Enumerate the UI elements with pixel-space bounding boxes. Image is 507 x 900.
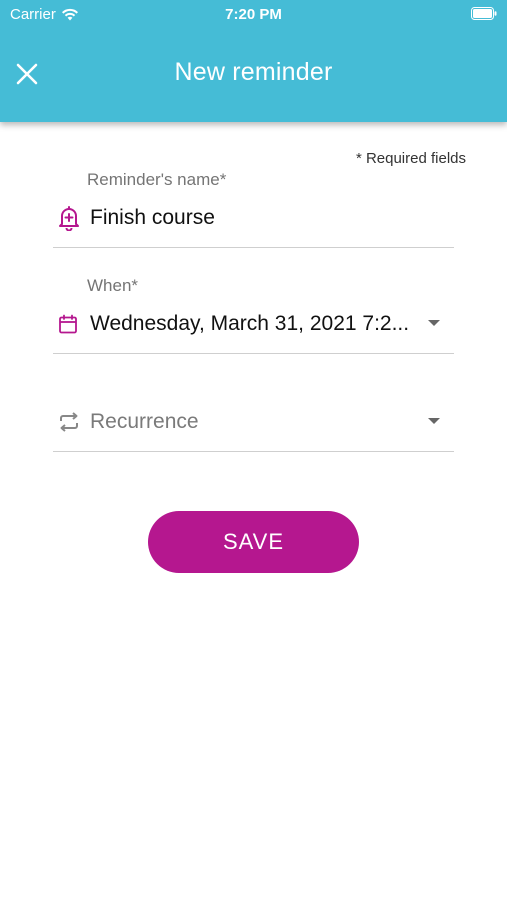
- when-underline: [53, 353, 454, 354]
- recurrence-row[interactable]: Recurrence: [53, 402, 454, 442]
- recurrence-dropdown-arrow-icon[interactable]: [428, 418, 440, 424]
- reminder-name-input[interactable]: Finish course: [90, 206, 215, 230]
- save-button[interactable]: SAVE: [148, 511, 359, 573]
- reminder-name-label: Reminder's name*: [87, 170, 227, 189]
- when-row[interactable]: Wednesday, March 31, 2021 7:2...: [53, 304, 454, 344]
- recurrence-field[interactable]: Recurrence: [53, 400, 454, 454]
- reminder-name-row[interactable]: Finish course: [53, 198, 454, 238]
- calendar-icon: [57, 309, 87, 339]
- top-app-bar: Carrier 7:20 PM New reminder: [0, 0, 507, 122]
- reminder-name-field[interactable]: Reminder's name* Finish course: [53, 168, 454, 250]
- page-title: New reminder: [174, 58, 333, 86]
- repeat-icon: [57, 407, 87, 437]
- when-label: When*: [87, 276, 139, 295]
- status-time: 7:20 PM: [225, 6, 282, 23]
- when-field[interactable]: When* Wednesday, March 31, 2021 7:2...: [53, 274, 454, 356]
- when-select[interactable]: Wednesday, March 31, 2021 7:2...: [90, 312, 420, 336]
- reminder-name-underline: [53, 247, 454, 248]
- recurrence-select[interactable]: Recurrence: [90, 410, 199, 434]
- battery-icon: [471, 7, 497, 20]
- bell-plus-icon: [57, 203, 87, 233]
- when-dropdown-arrow-icon[interactable]: [428, 320, 440, 326]
- recurrence-underline: [53, 451, 454, 452]
- status-bar: Carrier 7:20 PM: [0, 0, 507, 28]
- required-fields-note: * Required fields: [355, 150, 466, 167]
